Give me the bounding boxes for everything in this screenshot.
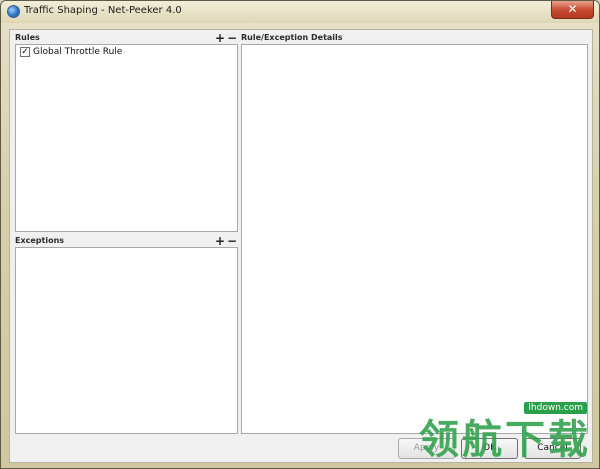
details-label: Rule/Exception Details: [241, 33, 343, 42]
title-bar[interactable]: Traffic Shaping - Net-Peeker 4.0 ✕: [1, 1, 599, 23]
rules-list[interactable]: ✓ Global Throttle Rule: [15, 44, 238, 232]
window-title: Traffic Shaping - Net-Peeker 4.0: [24, 5, 182, 16]
close-button[interactable]: ✕: [551, 1, 594, 19]
cancel-button[interactable]: Cancel: [524, 438, 581, 459]
rule-enabled-checkbox[interactable]: ✓: [20, 47, 30, 57]
traffic-shaping-window: Traffic Shaping - Net-Peeker 4.0 ✕ Rules…: [0, 0, 600, 469]
rules-label: Rules: [15, 33, 40, 42]
dialog-client-area: Rules + − ✓ Global Throttle Rule Excepti…: [9, 29, 593, 463]
ok-button[interactable]: OK: [461, 438, 518, 459]
app-globe-icon: [7, 5, 20, 18]
add-rule-button[interactable]: +: [215, 32, 225, 44]
rule-item-global-throttle[interactable]: ✓ Global Throttle Rule: [20, 47, 122, 57]
remove-rule-button[interactable]: −: [227, 32, 237, 44]
add-exception-button[interactable]: +: [215, 235, 225, 247]
exceptions-label: Exceptions: [15, 236, 65, 245]
apply-button[interactable]: Apply: [398, 438, 455, 459]
rule-item-label: Global Throttle Rule: [33, 47, 123, 57]
details-panel: [241, 44, 588, 434]
remove-exception-button[interactable]: −: [227, 235, 237, 247]
exceptions-list[interactable]: [15, 247, 238, 434]
